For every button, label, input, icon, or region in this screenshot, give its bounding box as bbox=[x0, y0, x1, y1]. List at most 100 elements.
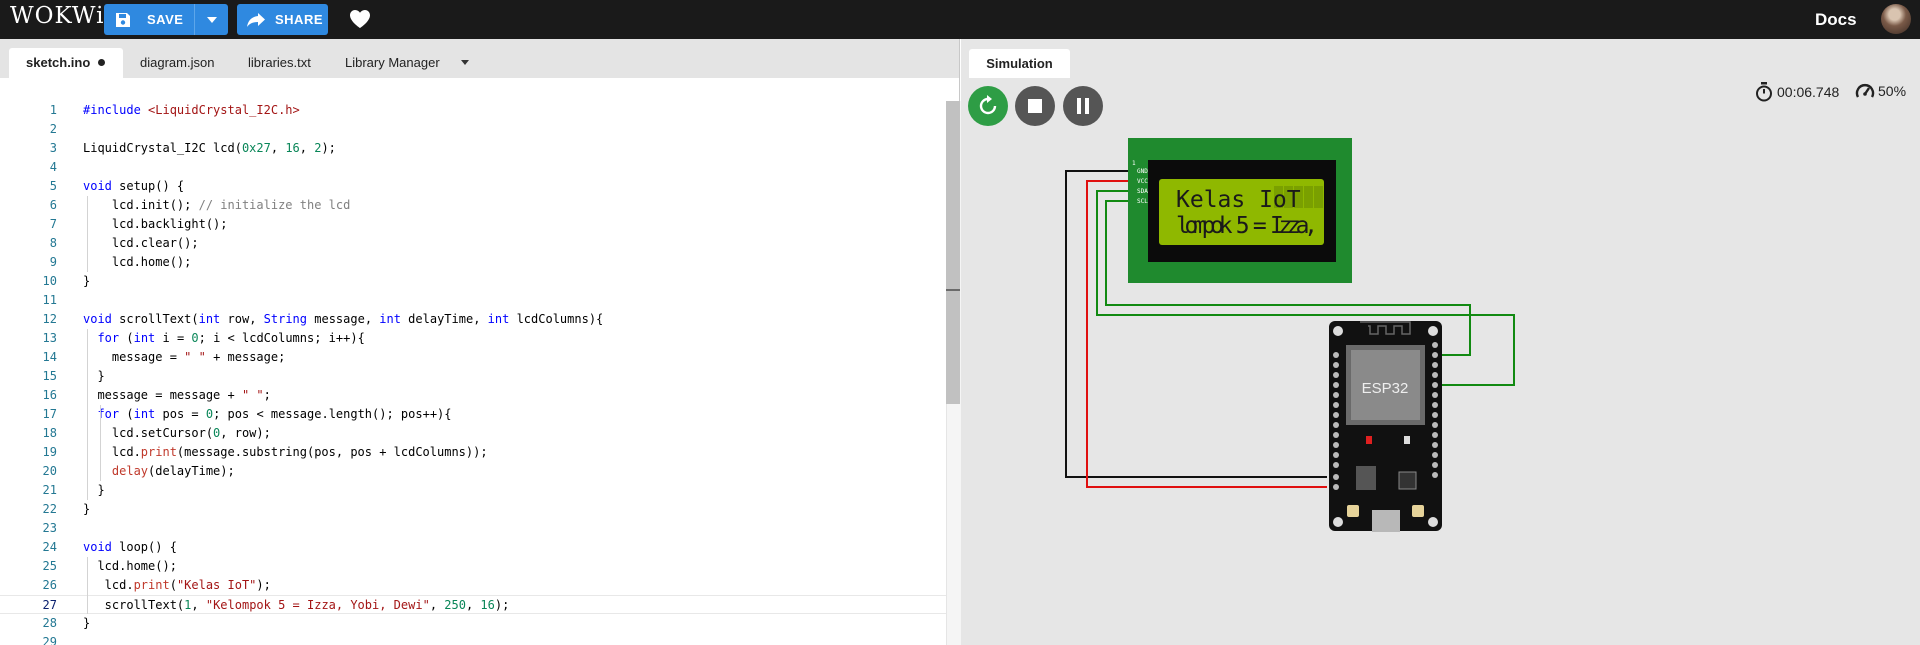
line-number: 29 bbox=[42, 635, 57, 645]
line-number: 9 bbox=[49, 255, 57, 269]
line-number: 14 bbox=[42, 350, 57, 364]
en-button[interactable] bbox=[1412, 505, 1424, 517]
line-number: 18 bbox=[42, 426, 57, 440]
editor-tabs: sketch.ino diagram.json libraries.txt Li… bbox=[0, 39, 959, 78]
line-number: 1 bbox=[49, 103, 57, 117]
heart-icon[interactable] bbox=[349, 9, 371, 29]
line-number: 4 bbox=[49, 160, 57, 174]
code-text: LiquidCrystal_I2C lcd(0x27, 16, 2); bbox=[83, 141, 336, 155]
code-text: lcd.print(message.substring(pos, pos + l… bbox=[83, 445, 488, 459]
line-number: 15 bbox=[42, 369, 57, 383]
esp32-board[interactable]: ESP32 bbox=[1329, 321, 1442, 532]
code-text: for (int pos = 0; pos < message.length()… bbox=[97, 407, 452, 421]
code-line[interactable]: 14 message = " " + message; bbox=[0, 348, 950, 367]
voltage-regulator bbox=[1356, 466, 1376, 490]
usb-uart-chip bbox=[1398, 471, 1417, 490]
code-line[interactable]: 16 message = message + " "; bbox=[0, 386, 950, 405]
wokwi-logo[interactable]: WOKWi bbox=[10, 3, 104, 29]
line-number: 12 bbox=[42, 312, 57, 326]
code-text: void loop() { bbox=[83, 540, 177, 554]
code-line[interactable]: 20 delay(delayTime); bbox=[0, 462, 950, 481]
line-number: 6 bbox=[49, 198, 57, 212]
line-number: 2 bbox=[49, 122, 57, 136]
code-text: lcd.init(); // initialize the lcd bbox=[83, 198, 351, 212]
lcd-pin-sda: SDA bbox=[1137, 188, 1148, 195]
code-text: lcd.print("Kelas IoT"); bbox=[83, 578, 271, 592]
code-line[interactable]: 22} bbox=[0, 500, 950, 519]
editor-scroll-thumb[interactable] bbox=[946, 101, 960, 404]
code-text: } bbox=[83, 274, 91, 288]
esp32-label: ESP32 bbox=[1362, 380, 1409, 397]
line-number: 3 bbox=[49, 141, 57, 155]
circuit-diagram: 1 GND VCC SDA SCL Kelas IoT lompok 5 = I… bbox=[1065, 138, 1515, 532]
code-text: message = message + " "; bbox=[83, 388, 271, 402]
code-line[interactable]: 27 scrollText(1, "Kelompok 5 = Izza, Yob… bbox=[0, 595, 950, 614]
indent-guide bbox=[100, 405, 101, 481]
code-line[interactable]: 23 bbox=[0, 519, 950, 538]
status-led bbox=[1404, 436, 1410, 444]
code-line[interactable]: 8 lcd.clear(); bbox=[0, 234, 950, 253]
share-button[interactable]: SHARE bbox=[237, 4, 328, 35]
code-line[interactable]: 11 bbox=[0, 291, 950, 310]
tab-library-manager[interactable]: Library Manager bbox=[345, 48, 440, 78]
lcd-line-1: Kelas IoT bbox=[1176, 187, 1301, 213]
lcd-pin-scl: SCL bbox=[1137, 198, 1148, 205]
lcd-line-2: lompok 5 = Izza, bbox=[1176, 213, 1318, 239]
code-line[interactable]: 4 bbox=[0, 158, 950, 177]
tabs-menu-chevron-icon[interactable] bbox=[461, 60, 469, 65]
save-button-group: SAVE bbox=[104, 4, 228, 35]
code-line[interactable]: 2 bbox=[0, 120, 950, 139]
save-label: SAVE bbox=[147, 12, 184, 27]
indent-guide bbox=[87, 196, 88, 272]
code-line[interactable]: 13 for (int i = 0; i < lcdColumns; i++){ bbox=[0, 329, 950, 348]
code-text: for (int i = 0; i < lcdColumns; i++){ bbox=[97, 331, 365, 345]
avatar[interactable] bbox=[1881, 4, 1911, 34]
code-line[interactable]: 7 lcd.backlight(); bbox=[0, 215, 950, 234]
cursor-position-marker bbox=[946, 289, 960, 291]
line-number: 25 bbox=[42, 559, 57, 573]
boot-button[interactable] bbox=[1347, 505, 1359, 517]
code-line[interactable]: 6 lcd.init(); // initialize the lcd bbox=[0, 196, 950, 215]
usb-connector bbox=[1372, 510, 1400, 532]
tab-diagram-json[interactable]: diagram.json bbox=[140, 48, 214, 78]
line-number: 13 bbox=[42, 331, 57, 345]
save-options-button[interactable] bbox=[194, 4, 229, 35]
tab-sketch-ino[interactable]: sketch.ino bbox=[9, 48, 123, 78]
tab-libraries-txt[interactable]: libraries.txt bbox=[248, 48, 311, 78]
code-line[interactable]: 5 void setup() { bbox=[0, 177, 950, 196]
code-line[interactable]: 15 } bbox=[0, 367, 950, 386]
power-led bbox=[1366, 436, 1372, 444]
svg-text:1: 1 bbox=[1132, 160, 1136, 167]
lcd-pin-vcc: VCC bbox=[1137, 178, 1148, 185]
code-line[interactable]: 9 lcd.home(); bbox=[0, 253, 950, 272]
code-line[interactable]: 28} bbox=[0, 614, 950, 633]
code-line[interactable]: 26 lcd.print("Kelas IoT"); bbox=[0, 576, 950, 595]
code-area[interactable]: 1 #include <LiquidCrystal_I2C.h> 2 3 LiquidC… bbox=[0, 101, 950, 645]
tab-simulation[interactable]: Simulation bbox=[969, 49, 1070, 78]
code-text: lcd.backlight(); bbox=[83, 217, 228, 231]
line-number: 20 bbox=[42, 464, 57, 478]
tab-label: sketch.ino bbox=[26, 55, 91, 70]
code-line[interactable]: 10} bbox=[0, 272, 950, 291]
code-text: message = " " + message; bbox=[83, 350, 286, 364]
save-button[interactable]: SAVE bbox=[104, 4, 194, 35]
line-number: 16 bbox=[42, 388, 57, 402]
code-line[interactable]: 21 } bbox=[0, 481, 950, 500]
line-number: 11 bbox=[42, 293, 57, 307]
code-editor-panel: sketch.ino diagram.json libraries.txt Li… bbox=[0, 39, 961, 645]
code-line[interactable]: 12 void scrollText(int row, String messag… bbox=[0, 310, 950, 329]
save-icon bbox=[116, 12, 130, 27]
docs-link[interactable]: Docs bbox=[1815, 10, 1857, 30]
code-line[interactable]: 19 lcd.print(message.substring(pos, pos … bbox=[0, 443, 950, 462]
code-text: void scrollText(int row, String message,… bbox=[83, 312, 604, 326]
code-line[interactable]: 3 LiquidCrystal_I2C lcd(0x27, 16, 2); bbox=[0, 139, 950, 158]
line-number: 5 bbox=[49, 179, 57, 193]
lcd1602-display[interactable]: 1 GND VCC SDA SCL Kelas IoT lompok 5 = I… bbox=[1128, 138, 1352, 283]
code-line[interactable]: 17 for (int pos = 0; pos < message.lengt… bbox=[0, 405, 950, 424]
code-line[interactable]: 18 lcd.setCursor(0, row); bbox=[0, 424, 950, 443]
code-line[interactable]: 24 void loop() { bbox=[0, 538, 950, 557]
code-line[interactable]: 25 lcd.home(); bbox=[0, 557, 950, 576]
code-line[interactable]: 29 bbox=[0, 633, 950, 645]
code-line[interactable]: 1 #include <LiquidCrystal_I2C.h> bbox=[0, 101, 950, 120]
line-number: 22 bbox=[42, 502, 57, 516]
